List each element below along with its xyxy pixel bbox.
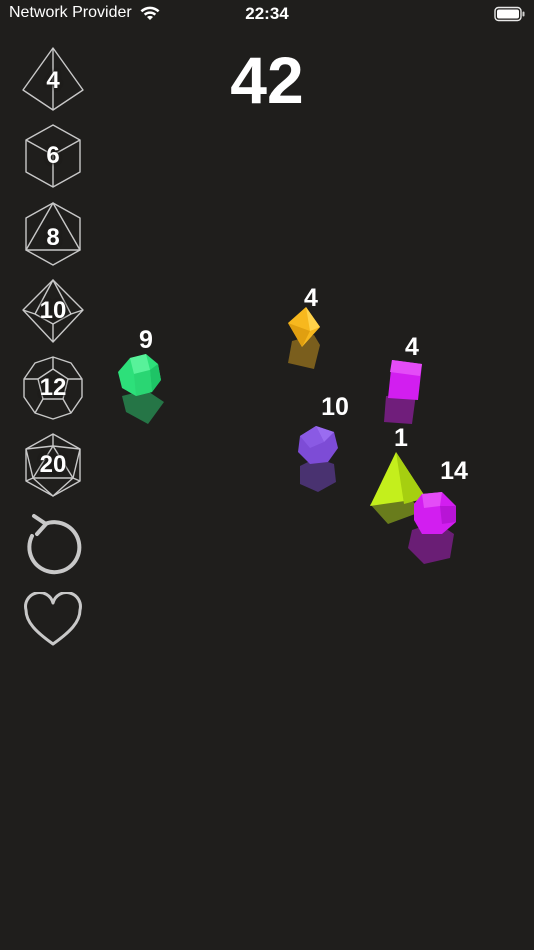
add-d4-button[interactable]: 4: [21, 46, 85, 112]
reset-button[interactable]: [22, 512, 84, 575]
reset-icon: [27, 514, 82, 575]
add-d12-button[interactable]: 12: [21, 355, 85, 421]
add-d10-button[interactable]: 10: [21, 278, 85, 344]
d10-label: 10: [39, 297, 67, 324]
status-bar: Network Provider 22:34: [0, 0, 534, 30]
d8-label: 8: [46, 224, 60, 251]
favorite-button[interactable]: [22, 591, 84, 654]
battery-icon: [494, 6, 526, 27]
status-time: 22:34: [245, 4, 289, 23]
d20-label: 20: [39, 451, 67, 478]
d6-die[interactable]: [382, 358, 426, 428]
d6-label: 6: [46, 142, 60, 169]
add-d8-button[interactable]: 8: [21, 201, 85, 267]
heart-icon: [24, 591, 82, 646]
d20-die[interactable]: [402, 488, 462, 566]
add-d20-button[interactable]: 20: [21, 432, 85, 498]
d12-die[interactable]: [112, 350, 170, 426]
add-d6-button[interactable]: 6: [21, 123, 85, 189]
die-result-label: 14: [440, 457, 468, 485]
d12-label: 12: [39, 374, 67, 401]
die-result-label: 10: [321, 393, 349, 421]
die-result-label: 1: [394, 424, 408, 452]
d10-die[interactable]: [294, 422, 342, 494]
dice-roller-screen: Network Provider 22:34 42 4 6 8 10 12 20…: [0, 0, 534, 950]
d8-die[interactable]: [284, 305, 326, 373]
roll-total: 42: [230, 43, 304, 117]
d4-label: 4: [46, 67, 60, 94]
